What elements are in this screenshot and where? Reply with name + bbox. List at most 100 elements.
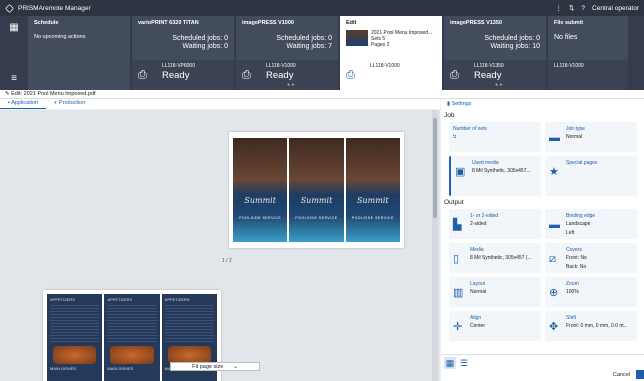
file-submit-card[interactable]: File submit No files LL118-V1000 <box>548 16 628 90</box>
shift-tile[interactable]: ✥ Shift Front: 0 mm, 0 mm, 0.0 m... <box>545 311 637 341</box>
ok-button[interactable] <box>636 370 644 379</box>
schedule-card[interactable]: Schedule No upcoming actions <box>28 16 130 90</box>
grid-view-icon[interactable]: ▦ <box>444 357 456 369</box>
printer-name: imagePRESS V1000 <box>242 20 294 26</box>
appetizers-heading: APPETIZERS <box>107 297 133 302</box>
job-type-tile[interactable]: ▬ Job type Normal <box>545 122 637 152</box>
pager-dots: ● ● <box>495 82 503 88</box>
menu-back-panel: APPETIZERS MAIN DISHES <box>104 294 160 381</box>
preview-page-1[interactable]: Summit POOLSIDE SERVICE Summit POOLSIDE SE… <box>229 132 404 248</box>
settings-footer: ▦ ☰ Cancel <box>441 354 644 381</box>
output-section-label: Output <box>444 199 464 206</box>
menu-title: Summit <box>357 196 389 205</box>
main-dishes-heading: MAIN DISHES <box>50 366 77 371</box>
covers-icon: ⧄ <box>549 253 556 265</box>
menu-panel: Summit POOLSIDE SERVICE <box>345 138 400 242</box>
job-section-label: Job <box>444 112 455 119</box>
menu-subtitle: POOLSIDE SERVICE <box>295 216 338 220</box>
edit-printer-icon: ⎙ <box>346 69 355 81</box>
grid-icon[interactable]: ▦ <box>9 22 18 33</box>
media-icon: ▯ <box>453 253 460 265</box>
menu-panel: Summit POOLSIDE SERVICE <box>233 138 288 242</box>
printer-state: Ready <box>266 70 294 81</box>
job-type-icon: ▬ <box>549 132 560 144</box>
app-title: PRISMAremote Manager <box>18 4 91 12</box>
menu-back-panel: APPETIZERS MAIN DISHES <box>47 294 103 381</box>
schedule-header: Schedule <box>34 20 59 26</box>
waiting-jobs: Waiting jobs: 10 <box>490 43 540 50</box>
appetizers-heading: APPETIZERS <box>50 297 75 302</box>
printer-name: imagePRESS V1350 <box>450 20 502 26</box>
food-image <box>110 346 154 364</box>
preview-scrollbar[interactable] <box>432 110 438 381</box>
printer-name: varioPRINT 6320 TITAN <box>138 20 199 26</box>
dashboard: ▦ ≡ Schedule No upcoming actions varioPR… <box>0 16 644 90</box>
printer-state: Ready <box>162 70 190 81</box>
title-bar: PRISMAremote Manager ⋮ ⇅ ? Central opera… <box>0 0 644 16</box>
appetizers-heading: APPETIZERS <box>164 297 190 302</box>
document-preview[interactable]: Summit POOLSIDE SERVICE Summit POOLSIDE SE… <box>0 110 440 381</box>
tab-bar: ▪ Application ◐ Production <box>0 99 440 109</box>
server-name: LL118-V1000 <box>266 63 296 69</box>
more-icon[interactable]: ⋮ <box>555 4 562 12</box>
binding-edge-tile[interactable]: ▬ Binding edge Landscape Left <box>545 209 637 239</box>
pager-dots: ● ● <box>287 82 295 88</box>
media-tile[interactable]: ▯ Media 8 Mil Synthetic, 305x457 (... <box>449 243 541 273</box>
page-number: 1 / 2 <box>222 258 232 264</box>
tab-application[interactable]: ▪ Application <box>0 99 47 109</box>
edit-pages: Pages 2 <box>371 42 390 48</box>
file-submit-text: No files <box>554 34 578 41</box>
zoom-select[interactable]: Fit page size ⌄ <box>170 362 260 371</box>
sets-value: 5 <box>453 134 457 140</box>
printer-card[interactable]: varioPRINT 6320 TITAN Scheduled jobs: 0W… <box>132 16 234 90</box>
used-media-tile[interactable]: ▣ Used media 8 Mil Synthetic, 305x457... <box>449 156 541 196</box>
chevron-down-icon: ⌄ <box>233 363 238 370</box>
special-pages-icon: ★ <box>549 166 559 178</box>
server-name: LL118-VP6000 <box>162 63 195 69</box>
layout-tile[interactable]: ▥ Layout Normal <box>449 277 541 307</box>
user-menu[interactable]: Central operator <box>592 5 639 12</box>
shift-icon: ✥ <box>549 321 559 333</box>
food-image <box>53 346 97 364</box>
scheduled-jobs: Scheduled jobs: 0 <box>484 35 540 42</box>
waiting-jobs: Waiting jobs: 7 <box>286 43 332 50</box>
main-dishes-heading: MAIN DISHES <box>107 366 134 371</box>
menu-title: Summit <box>244 196 276 205</box>
file-label: Edit: 2021 Pool Menu Imposed.pdf <box>11 91 96 97</box>
layout-icon: ▥ <box>453 287 464 299</box>
server-name: LL118-V1000 <box>370 63 400 69</box>
zoom-tile[interactable]: ⊕ Zoom 100% <box>545 277 637 307</box>
settings-header: ▮ Settings <box>447 101 472 107</box>
printer-card[interactable]: imagePRESS V1350 Scheduled jobs: 0 Waitin… <box>444 16 546 90</box>
binding-icon: ▬ <box>549 219 560 231</box>
menu-title: Summit <box>300 196 333 205</box>
tab-label: Production <box>58 100 86 106</box>
edit-header: Edit <box>346 20 357 26</box>
printer-icon: ⎙ <box>242 69 251 81</box>
hamburger-menu-icon[interactable]: ≡ <box>11 73 17 84</box>
server-name: LL118-V1000 <box>554 63 584 69</box>
align-tile[interactable]: ✛ Align Center <box>449 311 541 341</box>
printer-state: Ready <box>474 70 502 81</box>
tab-label: Application <box>11 100 39 106</box>
align-icon: ✛ <box>453 321 463 333</box>
menu-subtitle: POOLSIDE SERVICE <box>351 216 394 220</box>
notifications-icon[interactable]: ⇅ <box>569 4 574 12</box>
list-view-icon[interactable]: ☰ <box>458 357 470 369</box>
tab-production[interactable]: ◐ Production <box>46 99 93 109</box>
sided-icon: ▙ <box>453 219 462 231</box>
sided-tile[interactable]: ▙ 1- or 2-sided 2-sided <box>449 209 541 239</box>
document-thumbnail <box>346 30 368 46</box>
covers-tile[interactable]: ⧄ Covers Front: No Back: No <box>545 243 637 273</box>
scrollbar-thumb[interactable] <box>433 118 437 218</box>
special-pages-tile[interactable]: ★ Special pages <box>545 156 637 196</box>
number-of-sets-tile[interactable]: Number of sets 5 <box>449 122 541 152</box>
printer-card[interactable]: imagePRESS V1000 Scheduled jobs: 0 Waitin… <box>236 16 338 90</box>
schedule-text: No upcoming actions <box>34 34 86 40</box>
waiting-jobs: Waiting jobs: 0 <box>182 43 228 50</box>
file-submit-header: File submit <box>554 20 584 26</box>
help-icon[interactable]: ? <box>581 5 585 12</box>
zoom-value: Fit page size <box>192 363 224 370</box>
cancel-button[interactable]: Cancel <box>613 372 630 378</box>
edit-card[interactable]: Edit 2021 Pool Menu Imposed... Sets 5 Pa… <box>340 16 442 90</box>
